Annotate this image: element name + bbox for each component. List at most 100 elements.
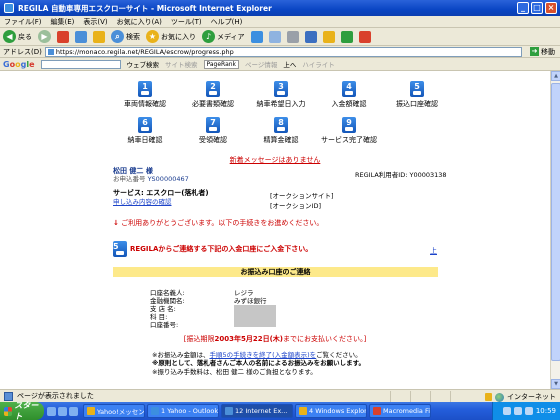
research-button[interactable]: [358, 30, 371, 43]
go-label: 移動: [541, 47, 555, 56]
folder-icon: [299, 407, 307, 415]
close-button[interactable]: ×: [545, 2, 557, 14]
step-4[interactable]: 4 入金額確認: [314, 81, 384, 109]
up-button[interactable]: 上へ: [283, 59, 296, 69]
step-7-icon: 7: [206, 117, 220, 133]
page-loaded-icon: [4, 391, 13, 401]
application-number-label: お申込番号: [113, 175, 146, 183]
step-navigation: 1 車両情報確認 2 必要書類確認 3 納車希望日入力 4 入金額確認 5 振込…: [110, 81, 450, 153]
application-details-link[interactable]: 申し込み内容の確認: [113, 196, 172, 206]
back-button[interactable]: ◀ 戻る: [3, 30, 32, 43]
task-outlook[interactable]: 1 Yahoo - Outlook ...: [147, 404, 219, 418]
site-search-button[interactable]: サイト検索: [165, 59, 198, 69]
search-label: 検索: [126, 32, 140, 41]
home-button[interactable]: [93, 30, 105, 43]
step-9[interactable]: 9 サービス完了確認: [314, 117, 384, 145]
step-1[interactable]: 1 車両情報確認: [110, 81, 180, 109]
scroll-thumb[interactable]: [551, 83, 560, 361]
step-7-label: 受領確認: [199, 136, 227, 144]
member-id: REGILA利用者ID: Y00003138: [355, 171, 447, 179]
web-search-button[interactable]: ウェブ検索: [127, 59, 160, 69]
google-toolbar: Google ウェブ検索 サイト検索 PageRank ページ情報 上へ ハイラ…: [0, 58, 560, 71]
security-zone: インターネット: [485, 392, 556, 402]
address-input[interactable]: https://monaco.regila.net/REGILA/escrow/…: [44, 46, 522, 57]
maximize-button[interactable]: □: [531, 2, 543, 14]
start-button[interactable]: スタート: [0, 401, 44, 420]
step-1-icon: 1: [138, 81, 152, 97]
ie-icon: [225, 407, 233, 415]
taskbar: スタート Yahoo!メッセンジャー 1 Yahoo - Outlook ...…: [0, 401, 560, 420]
media-button[interactable]: ♪ メディア: [202, 30, 245, 43]
menu-favorites[interactable]: お気に入り(A): [117, 17, 162, 27]
clock: 10:59: [535, 407, 556, 415]
step-3[interactable]: 3 納車希望日入力: [246, 81, 316, 109]
start-label: スタート: [14, 401, 39, 420]
bank-account-header: お振込み口座のご連絡: [113, 267, 438, 277]
google-search-input[interactable]: [40, 59, 121, 69]
quicklaunch-icon[interactable]: [58, 406, 67, 416]
back-arrow-icon: ◀: [3, 30, 16, 43]
scroll-up-arrow-icon[interactable]: ▲: [551, 71, 560, 81]
search-button[interactable]: ⌕ 検索: [111, 30, 140, 43]
history-button[interactable]: [250, 30, 263, 43]
fireworks-icon: [373, 407, 381, 415]
step-9-icon: 9: [342, 117, 356, 133]
menu-help[interactable]: ヘルプ(H): [211, 17, 243, 27]
go-button[interactable]: ➜ 移動: [525, 47, 560, 57]
quicklaunch-icon[interactable]: [47, 406, 56, 416]
minimize-button[interactable]: _: [517, 2, 529, 14]
highlight-button[interactable]: ハイライト: [302, 59, 334, 69]
auction-id: [オークションID]: [270, 202, 321, 210]
step-4-label: 入金額確認: [331, 100, 367, 108]
page-info-button[interactable]: ページ情報: [245, 59, 277, 69]
stop-button[interactable]: [57, 30, 69, 43]
messenger-button[interactable]: [340, 30, 353, 43]
quick-launch: [47, 406, 78, 416]
favorites-label: お気に入り: [161, 32, 196, 41]
step-8[interactable]: 8 精算金確認: [246, 117, 316, 145]
mail-button[interactable]: [268, 30, 281, 43]
step-5[interactable]: 5 振込口座確認: [382, 81, 452, 109]
tray-icon[interactable]: [524, 407, 533, 415]
step-3-label: 納車希望日入力: [256, 100, 306, 108]
step-2[interactable]: 2 必要書類確認: [178, 81, 248, 109]
bank-row-holder: 口座名義人: レジラ: [150, 289, 254, 297]
menu-view[interactable]: 表示(V): [83, 17, 107, 27]
menu-file[interactable]: ファイル(F): [4, 17, 42, 27]
edit-button[interactable]: [304, 30, 317, 43]
quicklaunch-icon[interactable]: [69, 406, 78, 416]
new-message-notice[interactable]: 新着メッセージはありません: [0, 155, 550, 165]
task-yahoo-messenger[interactable]: Yahoo!メッセンジャー: [83, 404, 145, 418]
step-7[interactable]: 7 受領確認: [178, 117, 248, 145]
down-arrow-icon: ↓: [113, 219, 119, 227]
outlook-icon: [151, 407, 159, 415]
step-4-icon: 4: [342, 81, 356, 97]
task-fireworks[interactable]: Macromedia Firew...: [369, 404, 431, 418]
tray-icon[interactable]: [502, 407, 511, 415]
step-6-label: 納車日確認: [127, 136, 163, 144]
step-6[interactable]: 6 納車日確認: [110, 117, 180, 145]
scroll-down-arrow-icon[interactable]: ▼: [551, 379, 560, 389]
task-windows-explorer[interactable]: 4 Windows Explor...: [295, 404, 367, 418]
print-button[interactable]: [286, 30, 299, 43]
refresh-button[interactable]: [75, 30, 87, 43]
page-top-link[interactable]: 上: [430, 246, 437, 256]
google-logo[interactable]: Google: [3, 60, 35, 69]
mail-icon: [268, 30, 281, 43]
go-arrow-icon: ➜: [530, 47, 539, 56]
messenger-icon: [340, 30, 353, 43]
discuss-icon: [322, 30, 335, 43]
task-internet-explorer[interactable]: 12 Internet Ex...: [221, 404, 293, 418]
history-icon: [250, 30, 263, 43]
page-content: 1 車両情報確認 2 必要書類確認 3 納車希望日入力 4 入金額確認 5 振込…: [0, 71, 550, 389]
vertical-scrollbar[interactable]: ▲ ▼: [550, 71, 560, 389]
discuss-button[interactable]: [322, 30, 335, 43]
favorites-button[interactable]: ★ お気に入り: [146, 30, 196, 43]
tray-icon[interactable]: [513, 407, 522, 415]
step-8-icon: 8: [274, 117, 288, 133]
menu-tools[interactable]: ツール(T): [171, 17, 202, 27]
menu-bar: ファイル(F) 編集(E) 表示(V) お気に入り(A) ツール(T) ヘルプ(…: [0, 16, 560, 28]
step-8-label: 精算金確認: [263, 136, 299, 144]
menu-edit[interactable]: 編集(E): [51, 17, 75, 27]
forward-button[interactable]: ▶: [38, 30, 51, 43]
